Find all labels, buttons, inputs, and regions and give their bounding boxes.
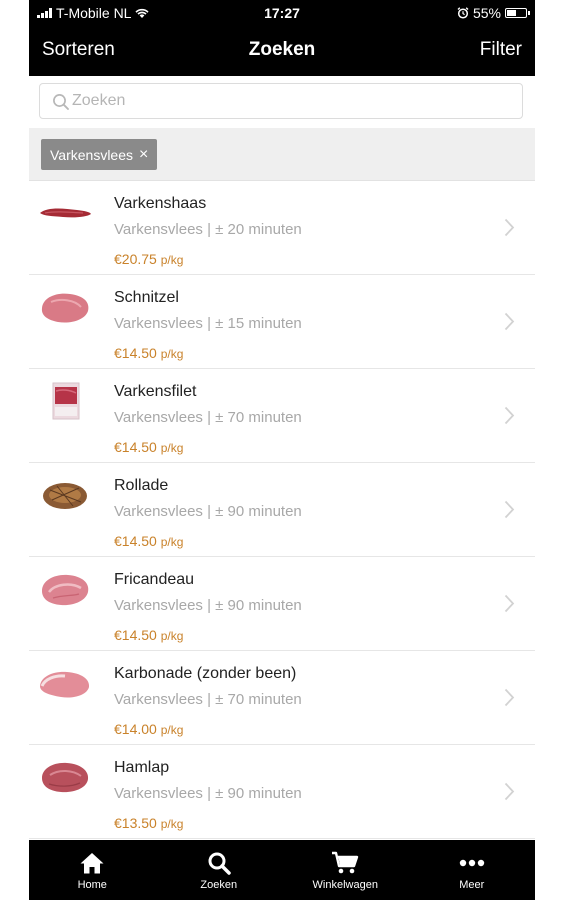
chevron-right-icon [504,218,515,237]
search-icon [53,94,69,110]
product-price: €13.50 p/kg [114,815,183,831]
product-row[interactable]: Hamlap Varkensvlees | ± 90 minuten €13.5… [29,745,535,839]
product-list: Varkenshaas Varkensvlees | ± 20 minuten … [29,181,535,839]
chevron-right-icon [504,594,515,613]
product-meta: Varkensvlees | ± 70 minuten [114,409,302,426]
product-meta: Varkensvlees | ± 90 minuten [114,785,302,802]
product-row[interactable]: Varkenshaas Varkensvlees | ± 20 minuten … [29,181,535,275]
cart-icon [331,850,359,876]
rollade-image [43,483,87,509]
price-value: €14.50 [114,533,157,549]
price-value: €14.50 [114,345,157,361]
chevron-right-icon [504,406,515,425]
battery-icon [505,8,530,18]
schnitzel-image [41,293,89,323]
product-meta: Varkensvlees | ± 70 minuten [114,691,302,708]
product-name: Varkensfilet [114,383,197,400]
product-price: €14.50 p/kg [114,345,183,361]
alarm-icon [457,7,469,19]
chevron-right-icon [504,312,515,331]
price-unit: p/kg [160,535,184,549]
status-right: 55% [457,5,530,21]
tab-search[interactable]: Zoeken [156,840,283,900]
product-meta: Varkensvlees | ± 20 minuten [114,221,302,238]
product-price: €14.50 p/kg [114,627,183,643]
battery-level [507,10,517,16]
product-name: Hamlap [114,759,170,776]
price-unit: p/kg [160,723,184,737]
price-unit: p/kg [160,253,184,267]
sort-button[interactable]: Sorteren [42,39,115,61]
price-unit: p/kg [160,441,184,455]
fricandeau-image [42,574,89,606]
product-meta: Varkensvlees | ± 15 minuten [114,315,302,332]
tab-bar: Home Zoeken Winkelwagen Meer [29,840,535,900]
price-value: €14.50 [114,439,157,455]
product-price: €14.50 p/kg [114,439,183,455]
price-unit: p/kg [160,347,184,361]
product-price: €14.50 p/kg [114,533,183,549]
product-name: Karbonade (zonder been) [114,665,297,682]
hamlap-image [42,762,89,793]
product-meta: Varkensvlees | ± 90 minuten [114,503,302,520]
product-price: €14.00 p/kg [114,721,183,737]
battery-percent: 55% [472,5,501,21]
product-meta: Varkensvlees | ± 90 minuten [114,597,302,614]
active-filters-bar: Varkensvlees × [29,128,535,181]
product-row[interactable]: Rollade Varkensvlees | ± 90 minuten €14.… [29,463,535,557]
tab-label: Home [77,879,107,891]
tab-label: Winkelwagen [312,879,378,891]
pork-tenderloin-image [40,208,91,218]
chevron-right-icon [504,782,515,801]
product-name: Rollade [114,477,169,494]
product-name: Fricandeau [114,571,195,588]
nav-bar: Sorteren Zoeken Filter [29,26,535,76]
home-icon [79,850,105,876]
product-row[interactable]: Fricandeau Varkensvlees | ± 90 minuten €… [29,557,535,651]
product-row[interactable]: Varkensfilet Varkensvlees | ± 70 minuten… [29,369,535,463]
search-box[interactable] [39,83,523,119]
tab-label: Meer [459,879,485,891]
chevron-right-icon [504,500,515,519]
price-value: €13.50 [114,815,157,831]
filter-button[interactable]: Filter [480,39,522,61]
search-input[interactable] [72,90,512,112]
tab-cart[interactable]: Winkelwagen [282,840,409,900]
price-unit: p/kg [160,817,184,831]
pork-chop-image [40,671,90,698]
app-screen: T-Mobile NL 17:27 55% Sorteren Zoeken Fi… [29,0,535,900]
chevron-right-icon [504,688,515,707]
search-icon [207,850,231,876]
filter-chip-label: Varkensvlees [50,146,134,163]
product-price: €20.75 p/kg [114,251,183,267]
price-value: €14.00 [114,721,157,737]
remove-filter-icon[interactable]: × [139,146,148,163]
pork-fillet-package-image [52,382,80,420]
filter-chip[interactable]: Varkensvlees × [41,139,158,170]
status-bar: T-Mobile NL 17:27 55% [29,0,535,26]
price-value: €14.50 [114,627,157,643]
tab-more[interactable]: Meer [409,840,536,900]
product-name: Varkenshaas [114,195,207,212]
product-row[interactable]: Schnitzel Varkensvlees | ± 15 minuten €1… [29,275,535,369]
product-name: Schnitzel [114,289,179,306]
tab-label: Zoeken [200,879,238,891]
price-unit: p/kg [160,629,184,643]
more-icon [459,850,485,876]
product-row[interactable]: Karbonade (zonder been) Varkensvlees | ±… [29,651,535,745]
tab-home[interactable]: Home [29,840,156,900]
price-value: €20.75 [114,251,157,267]
search-bar [29,76,535,128]
